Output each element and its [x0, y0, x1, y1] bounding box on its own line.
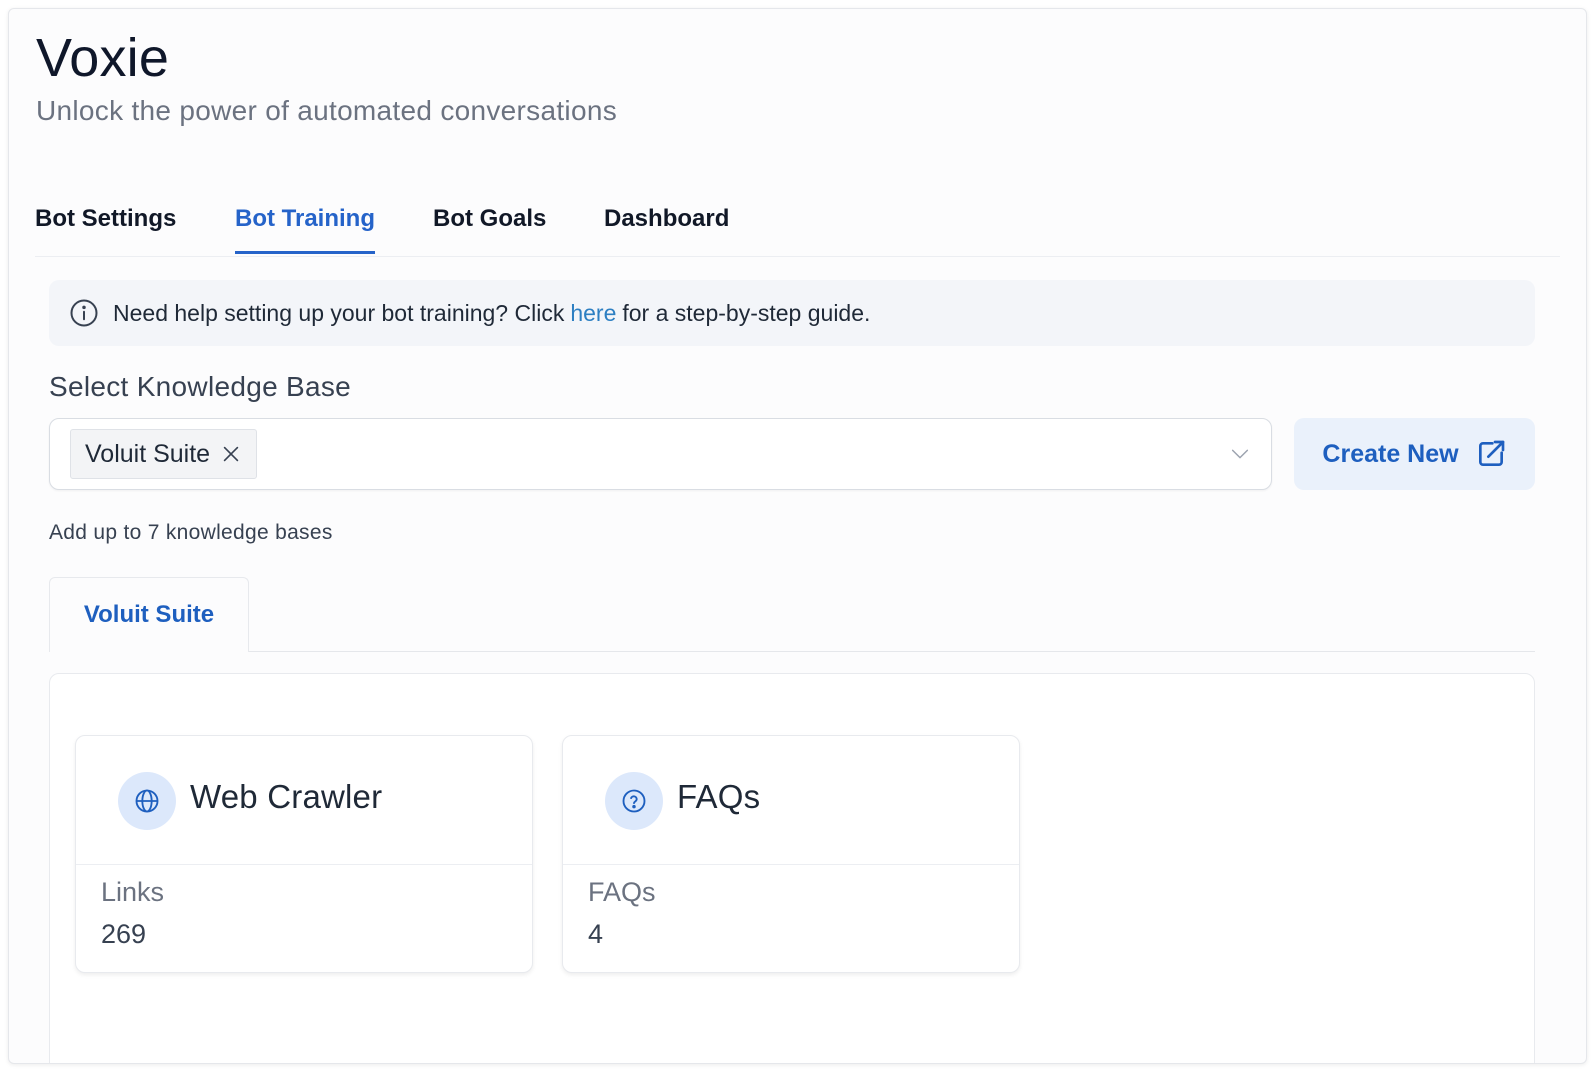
question-circle-icon	[605, 772, 663, 830]
stat-value: 4	[588, 919, 604, 949]
card-title: Web Crawler	[190, 778, 383, 815]
knowledge-base-select[interactable]: Voluit Suite	[49, 418, 1272, 490]
create-new-button[interactable]: Create New	[1294, 418, 1535, 490]
guide-link[interactable]: here	[570, 300, 616, 327]
web-crawler-card[interactable]: Web Crawler Links 269	[75, 735, 533, 973]
card-header: Web Crawler	[76, 736, 532, 865]
info-icon	[69, 298, 99, 328]
info-banner: Need help setting up your bot training? …	[49, 280, 1535, 346]
app-window: Voxie Unlock the power of automated conv…	[8, 8, 1587, 1064]
knowledge-base-hint: Add up to 7 knowledge bases	[49, 521, 333, 544]
tab-voluit-suite[interactable]: Voluit Suite	[49, 577, 249, 652]
app-title: Voxie	[36, 28, 170, 88]
tab-bot-goals[interactable]: Bot Goals	[433, 205, 546, 251]
chip-label: Voluit Suite	[85, 439, 211, 468]
faqs-card[interactable]: FAQs FAQs 4	[562, 735, 1020, 973]
main-tabs: Bot Settings Bot Training Bot Goals Dash…	[35, 191, 1560, 257]
stat-label: FAQs	[588, 877, 656, 907]
stat-label: Links	[101, 877, 165, 907]
external-link-icon	[1475, 438, 1507, 470]
chevron-down-icon[interactable]	[1229, 443, 1251, 465]
selected-knowledge-base-chip: Voluit Suite	[70, 429, 258, 479]
app-subtitle: Unlock the power of automated conversati…	[36, 95, 617, 126]
stat-value: 269	[101, 919, 147, 949]
knowledge-base-panel: Web Crawler Links 269 FAQs FAQs 4	[49, 673, 1535, 1063]
info-banner-text-after: for a step-by-step guide.	[622, 299, 871, 326]
info-banner-text-before: Need help setting up your bot training? …	[113, 299, 565, 326]
tab-bot-training[interactable]: Bot Training	[235, 205, 375, 254]
tab-dashboard[interactable]: Dashboard	[604, 205, 729, 251]
close-icon[interactable]	[220, 443, 242, 465]
card-title: FAQs	[677, 778, 761, 815]
knowledge-base-label: Select Knowledge Base	[49, 371, 352, 402]
create-new-label: Create New	[1322, 439, 1459, 468]
card-header: FAQs	[563, 736, 1019, 865]
knowledge-base-tabs: Voluit Suite	[49, 577, 1535, 652]
globe-icon	[118, 772, 176, 830]
tab-bot-settings[interactable]: Bot Settings	[35, 205, 176, 251]
